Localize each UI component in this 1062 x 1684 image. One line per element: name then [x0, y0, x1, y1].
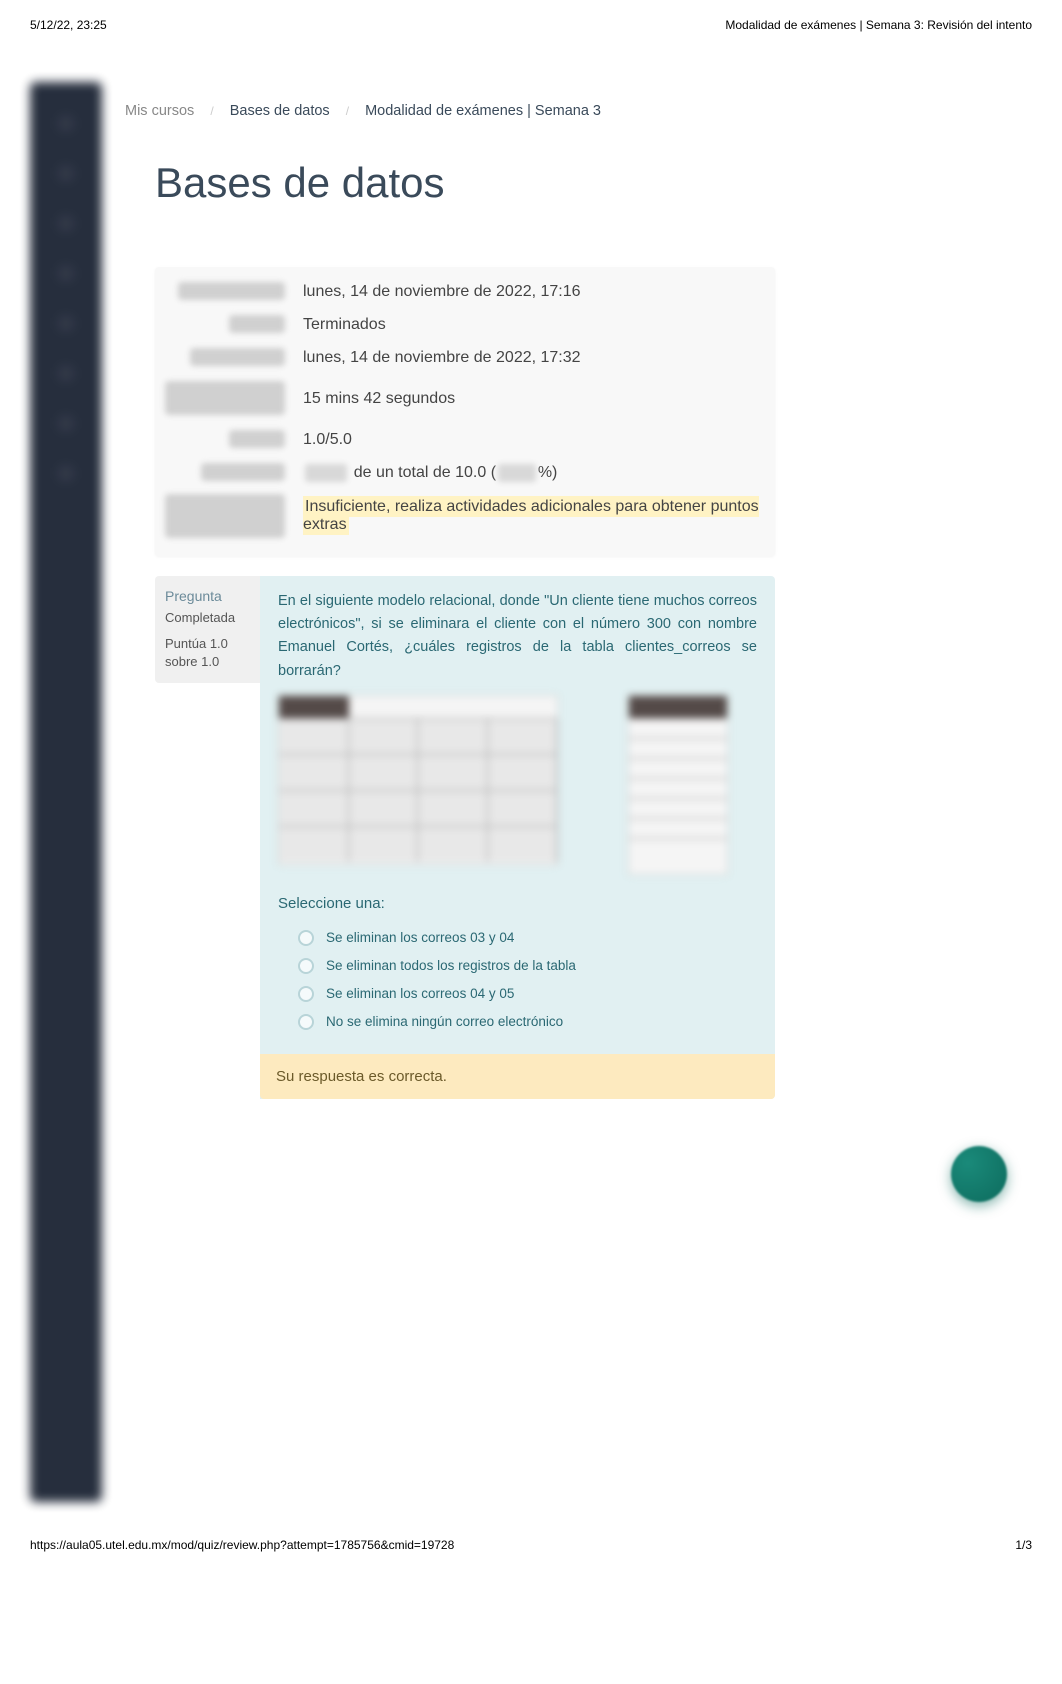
breadcrumb-activity[interactable]: Modalidad de exámenes | Semana 3	[365, 103, 601, 119]
page-title: Bases de datos	[125, 159, 1002, 207]
sidebar-icon-8[interactable]: ▢	[56, 462, 76, 482]
question-text: En el siguiente modelo relacional, donde…	[278, 590, 757, 683]
clientes-correos-table-image	[628, 695, 728, 875]
summary-label-grade: Calificación	[201, 463, 285, 481]
breadcrumb-separator-icon: /	[334, 104, 361, 118]
summary-value-state: Terminados	[295, 308, 775, 341]
radio-icon[interactable]	[298, 986, 314, 1002]
summary-value-feedback: Insuficiente, realiza actividades adicio…	[295, 489, 775, 548]
radio-icon[interactable]	[298, 930, 314, 946]
clientes-table-image	[278, 695, 558, 865]
option-label: Se eliminan los correos 03 y 04	[326, 930, 514, 945]
option-label: No se elimina ningún correo electrónico	[326, 1014, 563, 1029]
question-body: En el siguiente modelo relacional, donde…	[260, 576, 775, 1099]
sidebar-icon-4[interactable]: ▢	[56, 262, 76, 282]
sidebar-icon-5[interactable]: ▢	[56, 312, 76, 332]
question-block: Pregunta Completada Puntúa 1.0 sobre 1.0…	[155, 576, 775, 1099]
summary-label-feedback: Comentario de retroalimentación	[165, 494, 285, 538]
summary-value-completed: lunes, 14 de noviembre de 2022, 17:32	[295, 341, 775, 374]
question-data-model-image	[278, 695, 757, 875]
sidebar-icon-1[interactable]: ▢	[56, 112, 76, 132]
radio-icon[interactable]	[298, 958, 314, 974]
sidebar-icon-6[interactable]: ▢	[56, 362, 76, 382]
print-title: Modalidad de exámenes | Semana 3: Revisi…	[725, 18, 1032, 32]
sidebar-icon-2[interactable]: ▢	[56, 162, 76, 182]
print-url: https://aula05.utel.edu.mx/mod/quiz/revi…	[30, 1538, 454, 1552]
question-state: Completada	[165, 610, 250, 625]
option-b[interactable]: Se eliminan todos los registros de la ta…	[298, 952, 757, 980]
summary-value-time: 15 mins 42 segundos	[295, 374, 775, 423]
question-grade: Puntúa 1.0 sobre 1.0	[165, 635, 250, 671]
question-info-panel: Pregunta Completada Puntúa 1.0 sobre 1.0	[155, 576, 260, 683]
question-feedback: Su respuesta es correcta.	[260, 1054, 775, 1099]
summary-value-marks: 1.0/5.0	[295, 423, 775, 456]
option-d[interactable]: No se elimina ningún correo electrónico	[298, 1008, 757, 1036]
summary-label-marks: Puntos	[229, 430, 285, 448]
sidebar-icon-7[interactable]: ▢	[56, 412, 76, 432]
option-c[interactable]: Se eliminan los correos 04 y 05	[298, 980, 757, 1008]
breadcrumb-my-courses[interactable]: Mis cursos	[125, 103, 194, 119]
sidebar-icon-3[interactable]: ▢	[56, 212, 76, 232]
breadcrumb: Mis cursos / Bases de datos / Modalidad …	[125, 97, 1002, 159]
sidebar-nav: ▢ ▢ ▢ ▢ ▢ ▢ ▢ ▢	[30, 82, 102, 1502]
option-label: Se eliminan todos los registros de la ta…	[326, 958, 576, 973]
grade-percent-hidden: 20	[498, 464, 536, 482]
question-options: Se eliminan los correos 03 y 04 Se elimi…	[278, 924, 757, 1036]
print-page-number: 1/3	[1015, 1538, 1032, 1552]
print-header: 5/12/22, 23:25 Modalidad de exámenes | S…	[0, 0, 1062, 32]
summary-label-completed: Finalizado en	[190, 348, 285, 366]
print-timestamp: 5/12/22, 23:25	[30, 18, 107, 32]
summary-value-grade: 2.0 de un total de 10.0 (20%)	[295, 456, 775, 489]
summary-label-state: Estado	[229, 315, 285, 333]
attempt-summary-panel: Comenzado en lunes, 14 de noviembre de 2…	[155, 267, 775, 556]
option-label: Se eliminan los correos 04 y 05	[326, 986, 514, 1001]
summary-label-time: Tiempo empleado	[165, 381, 285, 415]
radio-icon[interactable]	[298, 1014, 314, 1030]
grade-value-hidden: 2.0	[305, 464, 347, 482]
question-label: Pregunta	[165, 588, 250, 604]
summary-value-started: lunes, 14 de noviembre de 2022, 17:16	[295, 275, 775, 308]
summary-label-started: Comenzado en	[178, 282, 285, 300]
chat-fab-button[interactable]	[951, 1146, 1007, 1202]
option-a[interactable]: Se eliminan los correos 03 y 04	[298, 924, 757, 952]
print-footer: https://aula05.utel.edu.mx/mod/quiz/revi…	[0, 1538, 1062, 1572]
breadcrumb-course[interactable]: Bases de datos	[230, 103, 330, 119]
select-one-prompt: Seleccione una:	[278, 895, 757, 912]
breadcrumb-separator-icon: /	[198, 104, 225, 118]
